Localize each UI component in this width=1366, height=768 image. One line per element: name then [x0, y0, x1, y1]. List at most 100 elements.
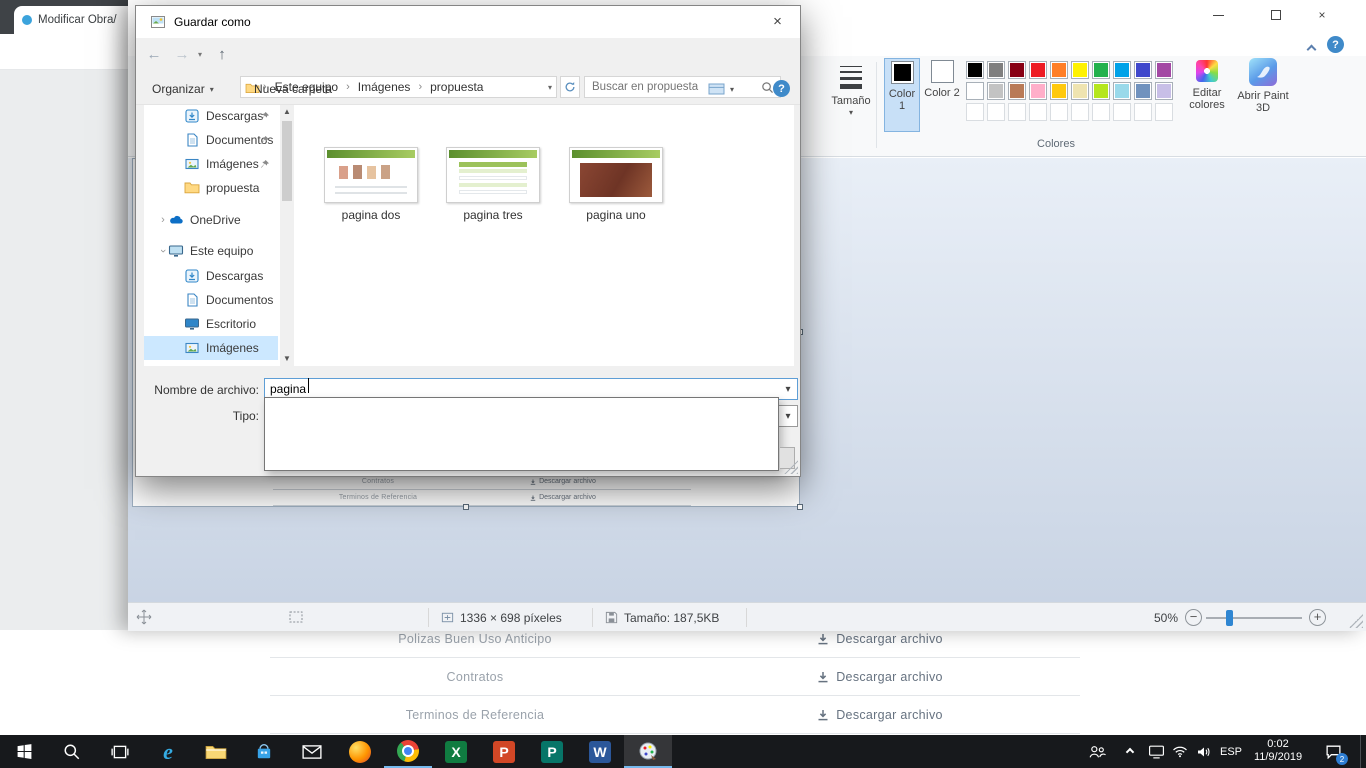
network-icon[interactable]: [1144, 735, 1168, 768]
hidden-icons-chevron[interactable]: [1118, 735, 1142, 768]
color-swatch[interactable]: [1029, 61, 1047, 79]
file-item[interactable]: pagina uno: [567, 147, 665, 222]
sidebar-item-documentos-pc[interactable]: Documentos: [144, 288, 278, 312]
help-button[interactable]: ?: [1327, 36, 1344, 53]
minimize-button[interactable]: [1195, 0, 1241, 30]
color-swatch[interactable]: [1155, 82, 1173, 100]
change-view-button[interactable]: ▾: [704, 79, 738, 99]
back-button[interactable]: ←: [144, 46, 164, 63]
taskbar-store[interactable]: [240, 735, 288, 768]
wifi-icon[interactable]: [1168, 735, 1192, 768]
color-swatch[interactable]: [1092, 61, 1110, 79]
download-link[interactable]: Descargar archivo: [680, 632, 1080, 646]
taskbar-publisher[interactable]: P: [528, 735, 576, 768]
color-swatch[interactable]: [966, 82, 984, 100]
sidebar-item-propuesta[interactable]: propuesta: [144, 176, 278, 200]
sidebar-item-este-equipo[interactable]: › Este equipo: [144, 239, 278, 263]
dialog-help-button[interactable]: ?: [773, 80, 790, 97]
sidebar-item-imagenes[interactable]: Imágenes: [144, 152, 278, 176]
dialog-close-button[interactable]: ×: [755, 6, 800, 37]
filename-input[interactable]: [265, 382, 745, 396]
color-swatch[interactable]: [1113, 82, 1131, 100]
sidebar-item-escritorio[interactable]: Escritorio: [144, 312, 278, 336]
edit-colors-button[interactable]: Editar colores: [1184, 58, 1230, 132]
color-swatch[interactable]: [1113, 103, 1131, 121]
color-swatch[interactable]: [1050, 82, 1068, 100]
collapse-ribbon-button[interactable]: [1308, 42, 1315, 56]
color-swatch[interactable]: [1134, 103, 1152, 121]
start-button[interactable]: [0, 735, 48, 768]
scroll-up-icon[interactable]: ▲: [280, 105, 294, 119]
filename-dropdown-icon[interactable]: ▾: [779, 384, 797, 395]
color-swatch[interactable]: [1050, 61, 1068, 79]
taskbar-powerpoint[interactable]: P: [480, 735, 528, 768]
color-swatch[interactable]: [1008, 103, 1026, 121]
taskbar-paint[interactable]: [624, 735, 672, 768]
color-swatch[interactable]: [966, 61, 984, 79]
sidebar-item-imagenes-pc[interactable]: Imágenes: [144, 336, 278, 360]
color-swatch[interactable]: [1134, 82, 1152, 100]
expand-chevron-icon[interactable]: ›: [158, 214, 168, 226]
open-paint3d-button[interactable]: Abrir Paint 3D: [1236, 58, 1290, 144]
taskbar-search-button[interactable]: [48, 735, 96, 768]
maximize-button[interactable]: [1253, 0, 1299, 30]
sidebar-scrollbar[interactable]: ▲ ▼: [280, 105, 294, 366]
color-swatch[interactable]: [1155, 103, 1173, 121]
sidebar-item-onedrive[interactable]: › OneDrive: [144, 208, 278, 232]
canvas-resize-handle-corner[interactable]: [797, 504, 803, 510]
taskbar-word[interactable]: W: [576, 735, 624, 768]
dropdown-list-panel[interactable]: [264, 397, 779, 471]
canvas-resize-handle-bottom[interactable]: [463, 504, 469, 510]
color-swatch[interactable]: [1029, 82, 1047, 100]
forward-button[interactable]: →: [172, 46, 192, 63]
zoom-slider-thumb[interactable]: [1226, 610, 1233, 626]
color2-button[interactable]: Color 2: [924, 58, 960, 132]
color-swatch[interactable]: [1092, 82, 1110, 100]
color-swatch[interactable]: [1071, 82, 1089, 100]
size-button[interactable]: Tamaño ▾: [828, 58, 874, 150]
color-swatch[interactable]: [1113, 61, 1131, 79]
color-swatch[interactable]: [1155, 61, 1173, 79]
resize-grip[interactable]: [1349, 614, 1363, 628]
clock[interactable]: 0:02 11/9/2019: [1246, 735, 1310, 768]
color-swatch[interactable]: [1008, 82, 1026, 100]
volume-icon[interactable]: [1192, 735, 1216, 768]
taskbar-file-explorer[interactable]: [192, 735, 240, 768]
task-view-button[interactable]: [96, 735, 144, 768]
close-button[interactable]: ×: [1299, 0, 1345, 30]
color-swatch[interactable]: [987, 61, 1005, 79]
color-swatch[interactable]: [1134, 61, 1152, 79]
download-link[interactable]: Descargar archivo: [680, 670, 1080, 684]
organize-button[interactable]: Organizar ▾: [148, 79, 218, 99]
taskbar-excel[interactable]: X: [432, 735, 480, 768]
zoom-out-button[interactable]: −: [1185, 609, 1202, 626]
color-swatch[interactable]: [1050, 103, 1068, 121]
file-item[interactable]: pagina dos: [322, 147, 420, 222]
show-desktop-button[interactable]: [1360, 735, 1361, 768]
language-indicator[interactable]: ESP: [1216, 735, 1246, 768]
dialog-resize-grip[interactable]: [784, 460, 798, 474]
sidebar-item-documentos[interactable]: Documentos: [144, 128, 278, 152]
color-swatch[interactable]: [1029, 103, 1047, 121]
color-swatch[interactable]: [1092, 103, 1110, 121]
taskbar-mail[interactable]: [288, 735, 336, 768]
color-swatch[interactable]: [987, 103, 1005, 121]
taskbar-firefox[interactable]: [336, 735, 384, 768]
color-swatch[interactable]: [1071, 103, 1089, 121]
file-item[interactable]: pagina tres: [444, 147, 542, 222]
scrollbar-thumb[interactable]: [282, 121, 292, 201]
color-swatch[interactable]: [1071, 61, 1089, 79]
scroll-down-icon[interactable]: ▼: [280, 352, 294, 366]
color-swatch[interactable]: [987, 82, 1005, 100]
color-swatch[interactable]: [966, 103, 984, 121]
action-center-button[interactable]: 2: [1316, 735, 1350, 768]
taskbar-chrome[interactable]: [384, 735, 432, 768]
new-folder-button[interactable]: Nueva carpeta: [250, 79, 336, 99]
up-button[interactable]: ↑: [212, 46, 232, 63]
sidebar-item-descargas-pc[interactable]: Descargas: [144, 264, 278, 288]
sidebar-item-descargas[interactable]: Descargas: [144, 104, 278, 128]
download-link[interactable]: Descargar archivo: [680, 708, 1080, 722]
collapse-chevron-icon[interactable]: ›: [157, 246, 169, 256]
filetype-dropdown-icon[interactable]: ▾: [779, 411, 797, 422]
zoom-in-button[interactable]: +: [1309, 609, 1326, 626]
